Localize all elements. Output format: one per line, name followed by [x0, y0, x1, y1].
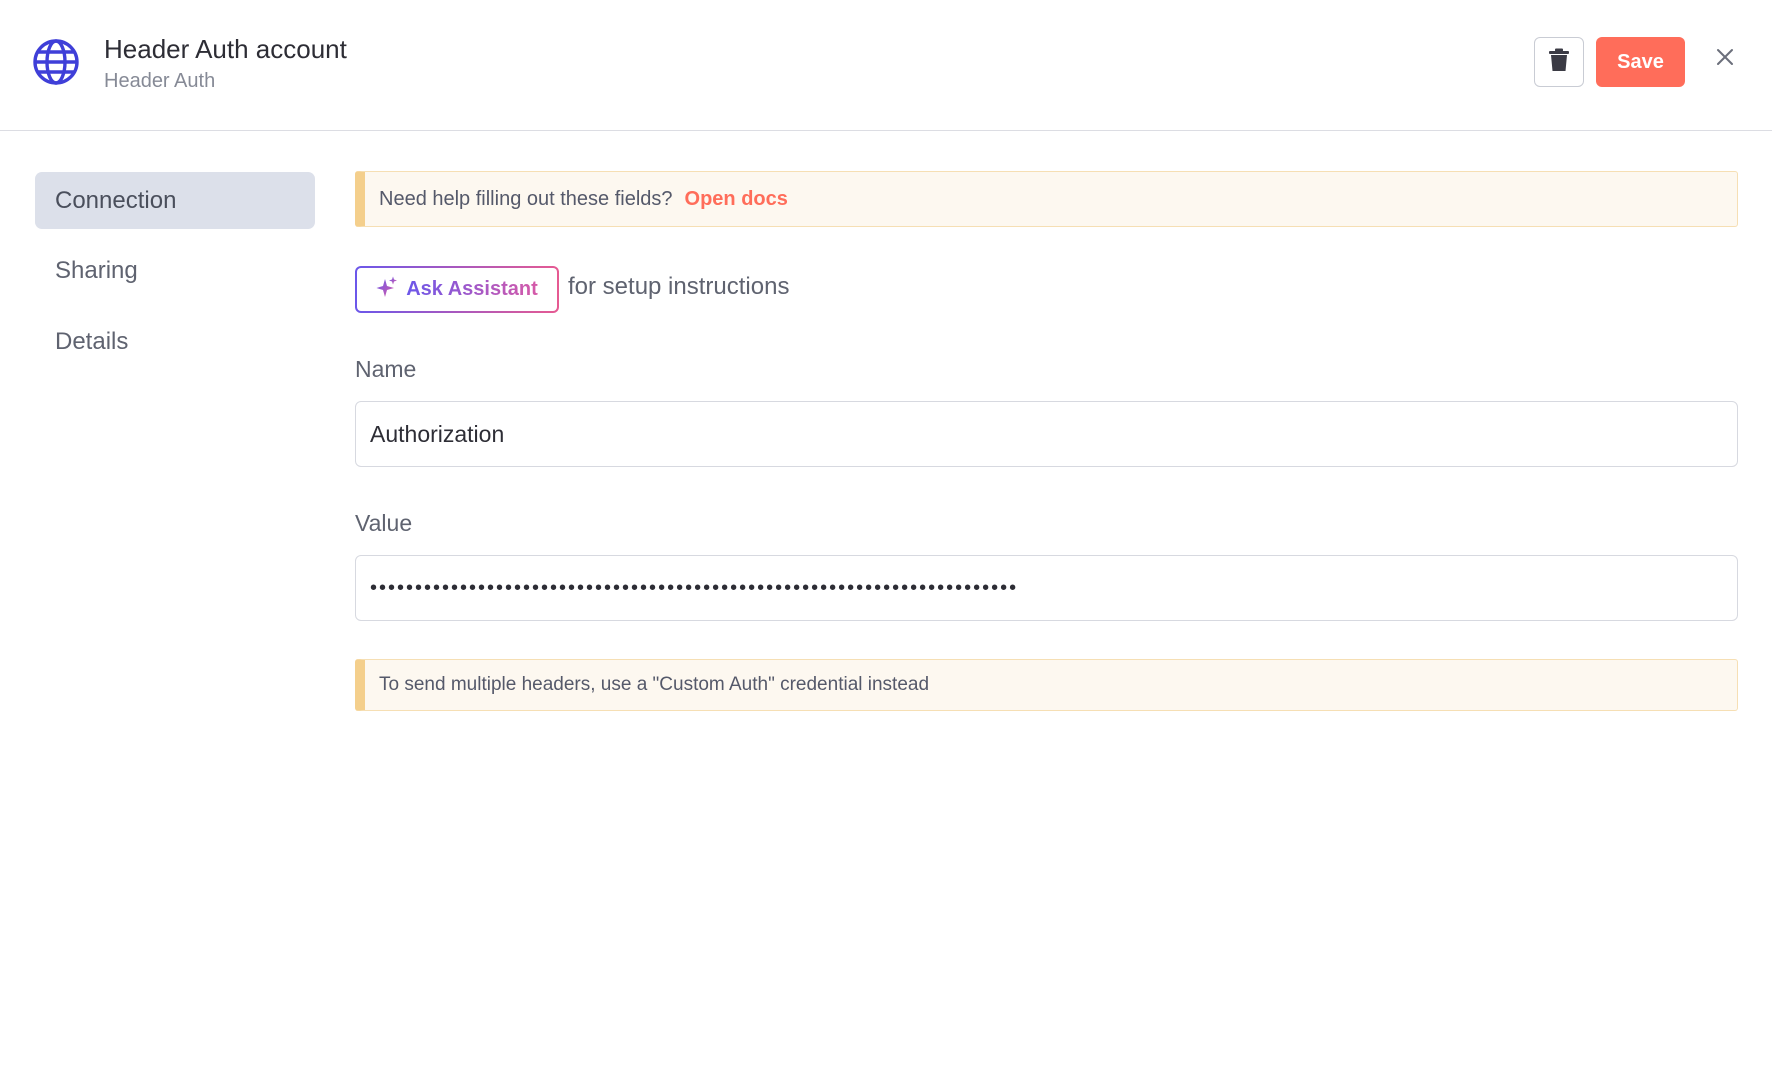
sidebar-item-details[interactable]: Details — [35, 313, 315, 370]
trash-icon — [1548, 48, 1570, 77]
page-subtitle: Header Auth — [104, 70, 216, 92]
globe-icon — [32, 38, 80, 86]
sidebar-item-label: Sharing — [55, 256, 138, 284]
sparkle-icon — [376, 276, 398, 303]
ask-assistant-button[interactable]: Ask Assistant — [355, 266, 559, 313]
name-input-value: Authorization — [370, 420, 505, 447]
save-button[interactable]: Save — [1596, 37, 1685, 87]
sidebar-item-connection[interactable]: Connection — [35, 172, 315, 229]
delete-button[interactable] — [1534, 37, 1584, 87]
value-label: Value — [355, 510, 413, 536]
sidebar-item-label: Connection — [55, 186, 177, 214]
help-text: Need help filling out these fields? — [379, 187, 673, 210]
sidebar-item-label: Details — [55, 327, 129, 355]
modal-header: Header Auth account Header Auth Save — [0, 0, 1772, 131]
assistant-suffix-text: for setup instructions — [568, 273, 790, 300]
value-input-masked: ••••••••••••••••••••••••••••••••••••••••… — [370, 576, 1019, 599]
open-docs-link[interactable]: Open docs — [685, 188, 788, 211]
multiple-headers-notice: To send multiple headers, use a "Custom … — [355, 659, 1738, 711]
name-input[interactable]: Authorization — [355, 401, 1738, 467]
value-input[interactable]: ••••••••••••••••••••••••••••••••••••••••… — [355, 555, 1738, 621]
sidebar-item-sharing[interactable]: Sharing — [35, 242, 315, 299]
close-icon — [1716, 48, 1734, 71]
page-title: Header Auth account — [104, 34, 347, 64]
name-label: Name — [355, 356, 417, 382]
help-callout: Need help filling out these fields? Open… — [355, 171, 1738, 227]
notice-text: To send multiple headers, use a "Custom … — [379, 674, 930, 695]
close-button[interactable] — [1710, 44, 1740, 74]
ask-assistant-label: Ask Assistant — [406, 278, 538, 300]
